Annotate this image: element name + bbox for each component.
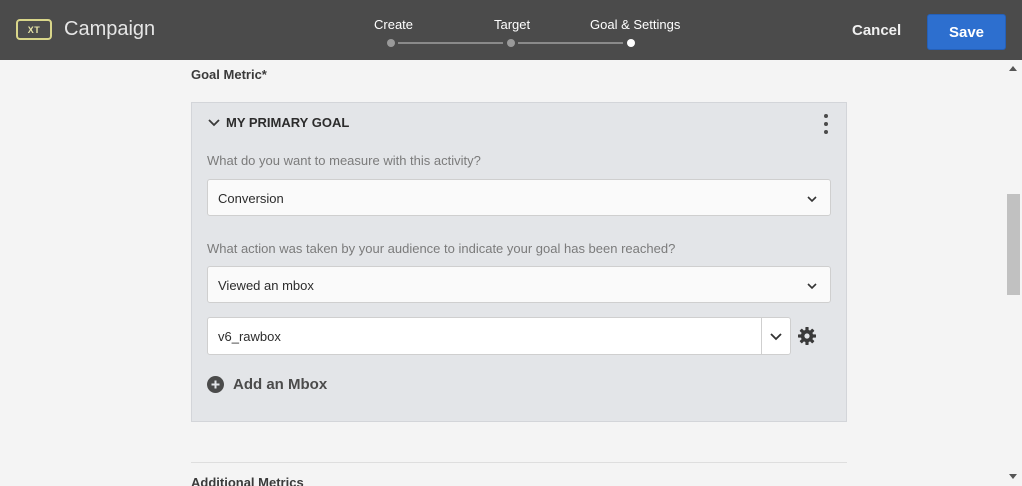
action-question-label: What action was taken by your audience t… bbox=[207, 241, 676, 256]
measure-dropdown[interactable]: Conversion bbox=[207, 179, 831, 216]
scroll-thumb[interactable] bbox=[1007, 194, 1020, 295]
measure-question-label: What do you want to measure with this ac… bbox=[207, 153, 481, 168]
add-circle-icon bbox=[207, 376, 224, 393]
top-bar: XT Campaign Create Target Goal & Setting… bbox=[0, 0, 1022, 60]
measure-dropdown-value: Conversion bbox=[218, 191, 284, 206]
page-title: Campaign bbox=[64, 18, 156, 40]
mbox-dropdown-toggle[interactable] bbox=[761, 318, 790, 354]
step-target-dot[interactable] bbox=[507, 39, 515, 47]
step-target-label[interactable]: Target bbox=[494, 17, 530, 32]
more-options-icon[interactable] bbox=[818, 113, 834, 135]
panel-title[interactable]: MY PRIMARY GOAL bbox=[226, 115, 349, 130]
page-scrollbar[interactable] bbox=[1005, 60, 1022, 486]
add-mbox-label: Add an Mbox bbox=[233, 376, 328, 393]
step-goal-settings-label[interactable]: Goal & Settings bbox=[590, 17, 680, 32]
add-mbox-button[interactable]: Add an Mbox bbox=[207, 376, 327, 393]
chevron-down-icon bbox=[807, 196, 817, 203]
section-divider bbox=[191, 462, 847, 463]
mbox-combobox bbox=[207, 317, 791, 355]
scroll-up-arrow-icon[interactable] bbox=[1009, 66, 1017, 71]
chevron-down-icon bbox=[770, 333, 782, 341]
step-create-label[interactable]: Create bbox=[374, 17, 413, 32]
action-dropdown[interactable]: Viewed an mbox bbox=[207, 266, 831, 303]
step-connector bbox=[518, 42, 623, 44]
save-button[interactable]: Save bbox=[927, 14, 1006, 50]
cancel-button[interactable]: Cancel bbox=[852, 22, 901, 39]
step-create-dot[interactable] bbox=[387, 39, 395, 47]
chevron-down-icon[interactable] bbox=[206, 115, 222, 131]
action-dropdown-value: Viewed an mbox bbox=[218, 278, 314, 293]
step-goal-settings-dot[interactable] bbox=[627, 39, 635, 47]
additional-metrics-heading: Additional Metrics bbox=[191, 475, 304, 486]
gear-icon[interactable] bbox=[797, 326, 817, 346]
chevron-down-icon bbox=[807, 283, 817, 290]
primary-goal-panel: MY PRIMARY GOAL What do you want to meas… bbox=[191, 102, 847, 422]
product-badge: XT bbox=[16, 19, 52, 40]
goal-metric-heading: Goal Metric* bbox=[191, 67, 267, 82]
scroll-down-arrow-icon[interactable] bbox=[1009, 474, 1017, 479]
step-connector bbox=[398, 42, 503, 44]
mbox-input[interactable] bbox=[208, 318, 761, 354]
